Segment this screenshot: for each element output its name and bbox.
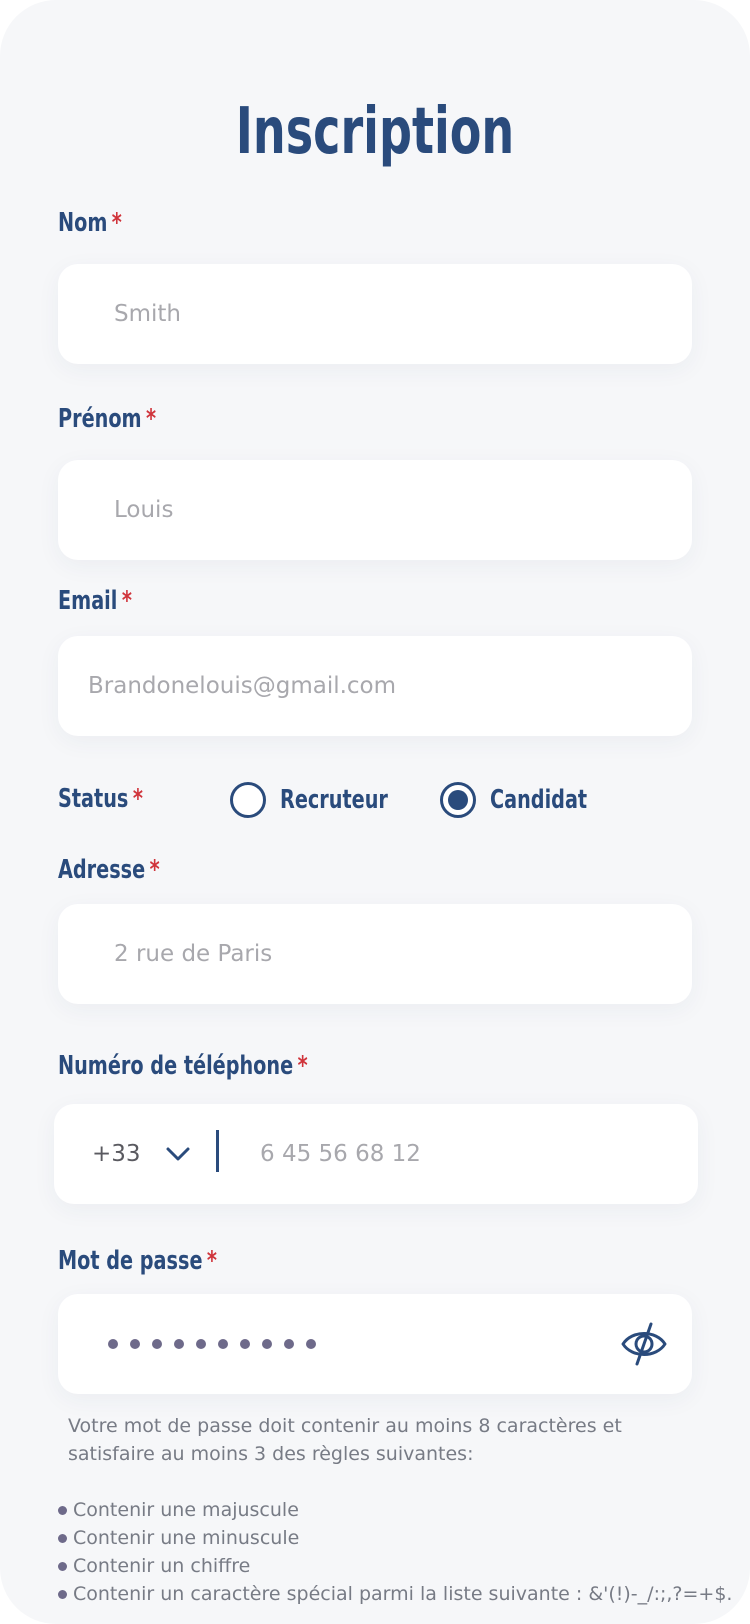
page-title: Inscription: [235, 95, 515, 169]
registration-screen: Inscription Nom * Smith Prénom * Louis Ema…: [0, 0, 750, 1624]
required-marker: *: [206, 1246, 218, 1276]
nom-label-text: Nom: [58, 208, 108, 238]
nom-field[interactable]: Smith: [58, 264, 692, 364]
telephone-label: Numéro de téléphone *: [58, 1049, 308, 1083]
phone-divider: [216, 1130, 219, 1172]
password-dot: [284, 1339, 294, 1349]
adresse-field[interactable]: 2 rue de Paris: [58, 904, 692, 1004]
email-label: Email *: [58, 584, 132, 618]
rule-text: Contenir un chiffre: [73, 1555, 251, 1577]
required-marker: *: [297, 1051, 308, 1081]
status-label: Status *: [58, 782, 143, 816]
country-code-select[interactable]: +33: [92, 1104, 141, 1204]
nom-value: Smith: [114, 301, 181, 327]
prenom-value: Louis: [114, 497, 174, 523]
radio-button-checked-icon[interactable]: [440, 782, 476, 818]
password-dot: [152, 1339, 162, 1349]
email-label-text: Email: [58, 586, 118, 616]
phone-number-input[interactable]: 6 45 56 68 12: [260, 1104, 421, 1204]
bullet: [58, 1589, 67, 1599]
required-marker: *: [149, 855, 160, 885]
adresse-label: Adresse *: [58, 853, 160, 887]
password-masked-value: [108, 1294, 316, 1394]
required-marker: *: [146, 404, 157, 434]
telephone-label-text: Numéro de téléphone: [58, 1051, 294, 1081]
list-item: Contenir une minuscule: [58, 1524, 732, 1552]
radio-button-icon[interactable]: [230, 782, 266, 818]
bullet: [58, 1561, 67, 1571]
phone-field: +33 6 45 56 68 12: [54, 1104, 698, 1204]
email-field[interactable]: Brandonelouis@gmail.com: [58, 636, 692, 736]
eye-off-icon[interactable]: [618, 1318, 670, 1370]
list-item: Contenir une majuscule: [58, 1496, 732, 1524]
nom-label: Nom *: [58, 206, 122, 240]
required-marker: *: [132, 784, 143, 814]
password-dot: [108, 1339, 118, 1349]
password-dot: [196, 1339, 206, 1349]
password-label: Mot de passe *: [58, 1244, 217, 1278]
adresse-label-text: Adresse: [58, 855, 146, 885]
prenom-label: Prénom *: [58, 402, 156, 436]
rule-text: Contenir une minuscule: [73, 1527, 300, 1549]
prenom-field[interactable]: Louis: [58, 460, 692, 560]
password-label-text: Mot de passe: [58, 1246, 203, 1276]
adresse-value: 2 rue de Paris: [114, 941, 273, 967]
candidat-label: Candidat: [490, 785, 588, 815]
password-rules-list: Contenir une majuscule Contenir une minu…: [58, 1496, 732, 1608]
status-label-text: Status: [58, 784, 129, 814]
password-dot: [262, 1339, 272, 1349]
password-dot: [240, 1339, 250, 1349]
password-dot: [306, 1339, 316, 1349]
list-item: Contenir un caractère spécial parmi la l…: [58, 1580, 732, 1608]
required-marker: *: [111, 208, 122, 238]
required-marker: *: [121, 586, 132, 616]
password-dot: [218, 1339, 228, 1349]
list-item: Contenir un chiffre: [58, 1552, 732, 1580]
status-option-recruteur[interactable]: Recruteur: [230, 782, 426, 818]
password-hint: Votre mot de passe doit contenir au moin…: [68, 1415, 622, 1465]
email-value: Brandonelouis@gmail.com: [88, 673, 397, 699]
rule-text: Contenir un caractère spécial parmi la l…: [73, 1583, 733, 1605]
password-dot: [130, 1339, 140, 1349]
bullet: [58, 1505, 67, 1515]
bullet: [58, 1533, 67, 1543]
chevron-down-icon[interactable]: [164, 1140, 192, 1168]
prenom-label-text: Prénom: [58, 404, 142, 434]
status-option-candidat[interactable]: Candidat: [440, 782, 621, 818]
password-dot: [174, 1339, 184, 1349]
password-field[interactable]: [58, 1294, 692, 1394]
rule-text: Contenir une majuscule: [73, 1499, 299, 1521]
recruteur-label: Recruteur: [280, 785, 388, 815]
